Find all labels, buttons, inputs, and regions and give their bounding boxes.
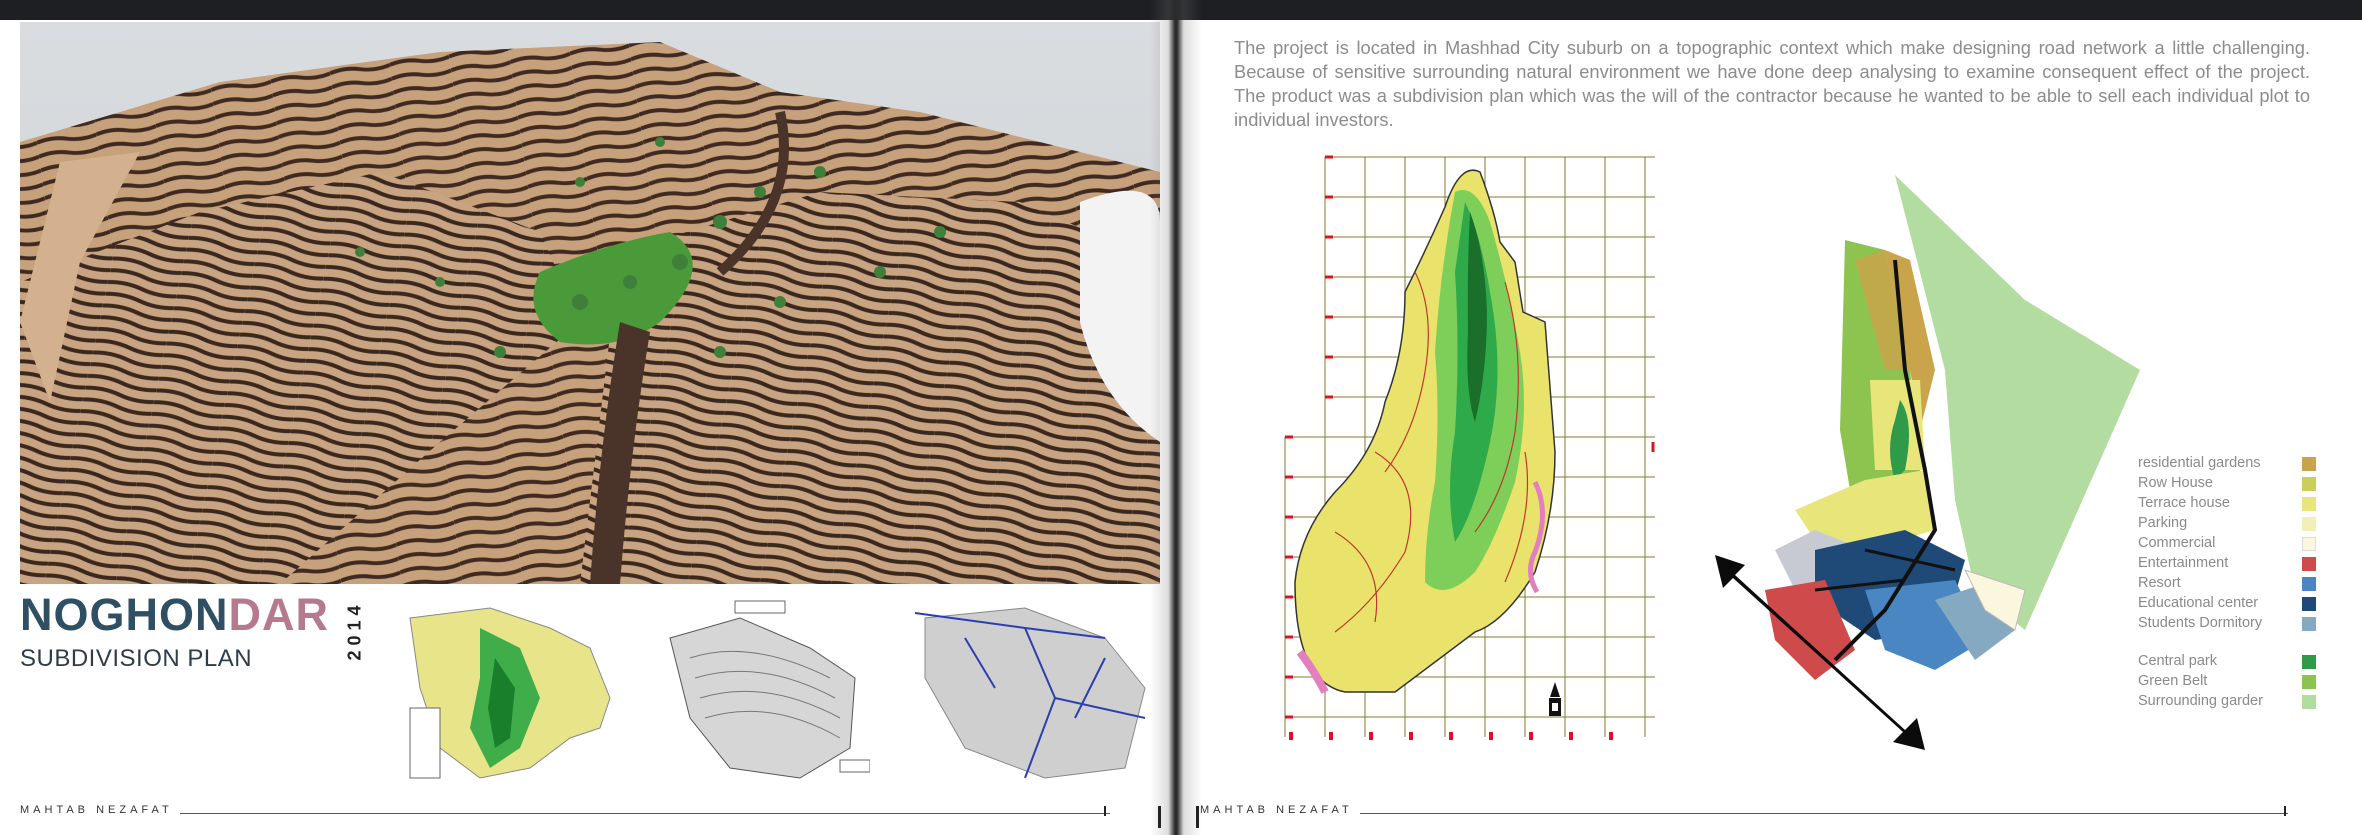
footer-rule-right [1360,813,2288,814]
legend-swatch [2302,695,2316,709]
footer-tick-right [2284,806,2286,816]
page-edge-mark-left [1158,806,1161,828]
book-gutter [1150,0,1202,835]
legend-item: Surrounding garder [2138,693,2318,713]
legend-item: Resort [2138,575,2318,595]
legend-label: Entertainment [2138,555,2229,571]
legend-label: Central park [2138,653,2217,669]
legend-swatch [2302,577,2316,591]
project-description: The project is located in Mashhad City s… [1234,37,2310,130]
page-edge-mark-right [1196,806,1199,828]
legend-item: Parking [2138,515,2318,535]
legend-item: Central park [2138,653,2318,673]
north-arrow-icon [1549,682,1561,716]
legend-label: residential gardens [2138,455,2261,471]
legend-label: Terrace house [2138,495,2230,511]
terrain-model-photo [20,22,1160,584]
legend-item: Commercial [2138,535,2318,555]
title-part-2: DAR [228,589,329,640]
contour-map-thumbnail [650,598,871,788]
footer-tick-left [1104,806,1106,816]
legend-swatch [2302,557,2316,571]
legend-swatch [2302,497,2316,511]
project-title: NOGHONDAR [20,592,329,637]
project-subtitle: SUBDIVISION PLAN [20,645,253,672]
legend-label: Commercial [2138,535,2216,551]
title-part-1: NOGHON [20,589,229,640]
legend-label: Resort [2138,575,2181,591]
legend-swatch [2302,655,2316,669]
legend-item: Green Belt [2138,673,2318,693]
year-text: 2014 [344,600,365,661]
legend-label: Parking [2138,515,2188,531]
legend-label: Surrounding garder [2138,693,2263,709]
legend-label: Row House [2138,475,2213,491]
legend-item: Row House [2138,475,2318,495]
legend-swatch [2302,537,2316,551]
legend-item: Students Dormitory [2138,615,2318,635]
legend-label: Students Dormitory [2138,615,2263,631]
project-year: 2014 [345,598,375,668]
subdivision-plan-map [1705,170,2145,760]
legend-swatch [2302,675,2316,689]
elevation-map-thumbnail [400,598,620,788]
author-name-right: MAHTAB NEZAFAT [1200,804,1353,816]
footer-rule-left [180,813,1110,814]
legend-swatch [2302,517,2316,531]
legend-label: Green Belt [2138,673,2208,689]
legend-item: Educational center [2138,595,2318,615]
legend-swatch [2302,457,2316,471]
legend-item: Terrace house [2138,495,2318,515]
legend-item: Entertainment [2138,555,2318,575]
road-network-thumbnail [905,598,1155,788]
legend-swatch [2302,617,2316,631]
legend-swatch [2302,597,2316,611]
legend-swatch [2302,477,2316,491]
author-name-left: MAHTAB NEZAFAT [20,804,173,816]
topographic-grid-map [1275,152,1670,747]
legend-item: residential gardens [2138,455,2318,475]
legend-label: Educational center [2138,595,2259,611]
